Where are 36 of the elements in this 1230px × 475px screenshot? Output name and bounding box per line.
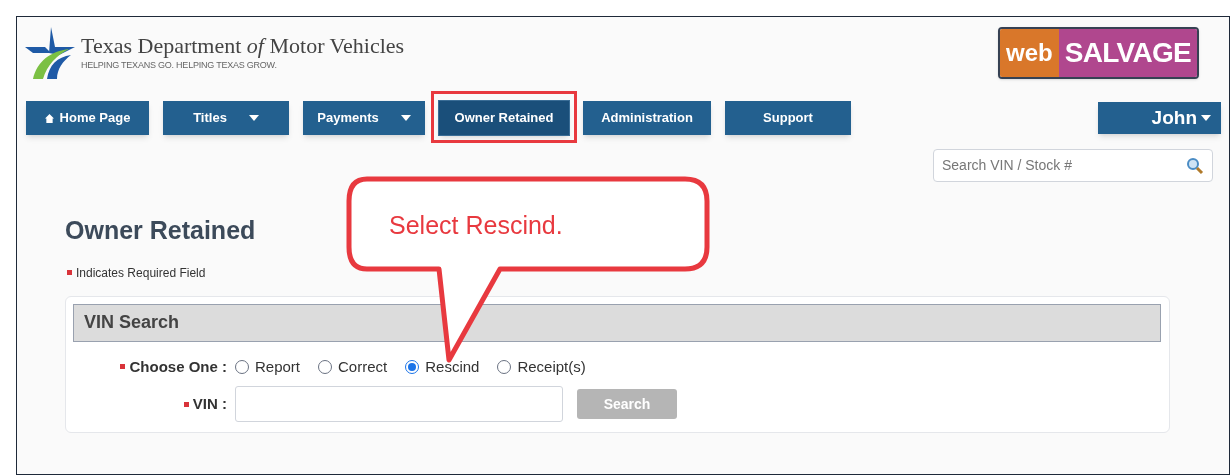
radio-option[interactable]: Receipt(s) [497, 355, 586, 378]
radio-button[interactable] [318, 359, 333, 374]
callout-text: Select Rescind. [389, 210, 563, 241]
search-icon [1186, 156, 1204, 175]
caret-icon [400, 115, 411, 121]
logo-web-text: web [1000, 29, 1059, 77]
field-label: Choose One : [129, 356, 227, 377]
user-menu-button[interactable]: John [1098, 102, 1221, 134]
nav-tab[interactable]: Support [725, 101, 851, 135]
radio-option[interactable]: Correct [318, 355, 388, 378]
panel-header: VIN Search [73, 303, 1161, 342]
caret-icon [248, 115, 259, 121]
radio-button[interactable] [235, 359, 249, 374]
radio-button[interactable] [497, 359, 512, 374]
field-label: VIN : [192, 393, 227, 414]
agency-tagline: HELPING TEXANS GO. HELPING TEXAS GROW. [81, 59, 278, 73]
nav-tab[interactable]: Payments [303, 101, 425, 135]
nav-tab[interactable]: Home Page [26, 101, 149, 135]
radio-option[interactable]: Report [235, 355, 301, 378]
radio-button[interactable] [405, 359, 420, 374]
agency-name: Texas Department of Motor Vehicles [81, 33, 405, 60]
required-note: Indicates Required Field [76, 264, 206, 282]
required-marker-icon [67, 270, 72, 275]
vin-input-field[interactable] [235, 386, 563, 422]
search-input[interactable]: Search VIN / Stock # [942, 155, 1186, 176]
caret-icon [1201, 115, 1211, 121]
required-marker-icon [183, 401, 189, 407]
radio-option[interactable]: Rescind [405, 355, 480, 378]
logo-salvage-text: SALVAGE [1058, 29, 1197, 77]
home-icon [44, 113, 54, 123]
nav-tab[interactable]: Administration [583, 101, 711, 135]
page-heading: Owner Retained [65, 215, 256, 246]
nav-tab[interactable]: Titles [163, 101, 289, 135]
required-marker-icon [120, 364, 126, 370]
nav-tab[interactable]: Owner Retained [439, 101, 569, 135]
search-field[interactable]: Search VIN / Stock # [933, 149, 1213, 182]
